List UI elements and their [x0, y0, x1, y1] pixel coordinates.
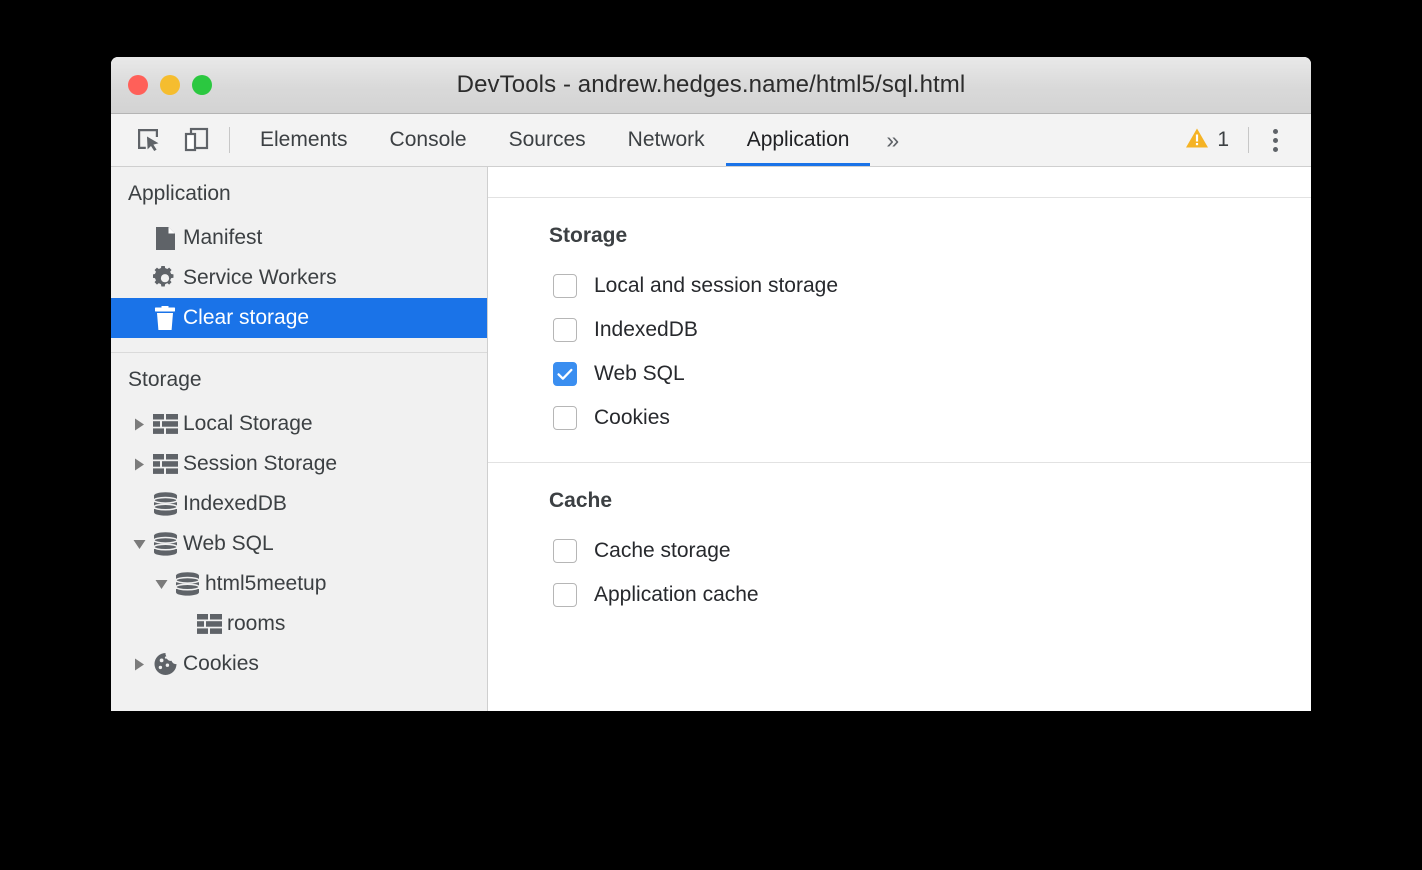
checkbox-row-indexeddb[interactable]: IndexedDB — [488, 308, 1311, 352]
toolbar-right: 1 — [1172, 114, 1311, 166]
table-icon — [194, 614, 224, 634]
panel-tabs: Elements Console Sources Network Applica… — [239, 114, 915, 166]
sidebar-item-web-sql-label: Web SQL — [183, 532, 274, 556]
sidebar-item-clear-storage[interactable]: Clear storage — [111, 298, 487, 338]
checkbox-cache-storage[interactable] — [553, 539, 577, 563]
sidebar-item-html5meetup[interactable]: html5meetup — [111, 564, 487, 604]
sidebar-item-session-storage[interactable]: Session Storage — [111, 444, 487, 484]
sidebar-item-local-storage[interactable]: Local Storage — [111, 404, 487, 444]
device-toolbar-icon[interactable] — [172, 114, 219, 166]
sidebar-item-indexeddb-label: IndexedDB — [183, 492, 287, 516]
toolbar-right-divider — [1248, 127, 1249, 153]
sidebar-item-cookies-label: Cookies — [183, 652, 259, 676]
warning-count: 1 — [1217, 128, 1229, 152]
checkbox-indexeddb-label: IndexedDB — [594, 318, 698, 342]
sidebar-item-service-workers[interactable]: Service Workers — [111, 258, 487, 298]
sidebar-item-manifest[interactable]: Manifest — [111, 218, 487, 258]
devtools-window: DevTools - andrew.hedges.name/html5/sql.… — [111, 57, 1311, 711]
tab-application[interactable]: Application — [726, 114, 871, 166]
sidebar-item-session-storage-label: Session Storage — [183, 452, 337, 476]
cache-section-title: Cache — [488, 489, 1311, 513]
tab-console[interactable]: Console — [369, 114, 488, 166]
table-icon — [150, 414, 180, 434]
devtools-toolbar: Elements Console Sources Network Applica… — [111, 114, 1311, 167]
checkbox-local-and-session-storage-label: Local and session storage — [594, 274, 838, 298]
checkbox-application-cache-label: Application cache — [594, 583, 759, 607]
sidebar-item-rooms[interactable]: rooms — [111, 604, 487, 644]
checkbox-row-cookies[interactable]: Cookies — [488, 396, 1311, 440]
storage-section-title: Storage — [488, 224, 1311, 248]
warning-triangle-icon — [1185, 127, 1209, 154]
close-window-button[interactable] — [128, 75, 148, 95]
checkbox-web-sql[interactable] — [553, 362, 577, 386]
sidebar-item-local-storage-label: Local Storage — [183, 412, 313, 436]
minimize-window-button[interactable] — [160, 75, 180, 95]
chevron-right-icon[interactable] — [128, 418, 150, 431]
tab-sources[interactable]: Sources — [488, 114, 607, 166]
checkbox-cache-storage-label: Cache storage — [594, 539, 731, 563]
database-icon — [150, 492, 180, 516]
sidebar-item-service-workers-label: Service Workers — [183, 266, 337, 290]
tab-elements-label: Elements — [260, 128, 348, 152]
sidebar-section-storage: Storage — [111, 352, 487, 698]
window-titlebar: DevTools - andrew.hedges.name/html5/sql.… — [111, 57, 1311, 114]
cookie-icon — [150, 652, 180, 676]
clear-storage-panel: Storage Local and session storage Indexe… — [488, 167, 1311, 711]
tab-sources-label: Sources — [509, 128, 586, 152]
more-tabs-icon[interactable]: » — [870, 114, 915, 166]
sidebar-item-indexeddb[interactable]: IndexedDB — [111, 484, 487, 524]
database-icon — [150, 532, 180, 556]
chevron-down-icon[interactable] — [128, 539, 150, 550]
sidebar-item-cookies[interactable]: Cookies — [111, 644, 487, 684]
checkbox-indexeddb[interactable] — [553, 318, 577, 342]
screen: DevTools - andrew.hedges.name/html5/sql.… — [0, 0, 1422, 870]
maximize-window-button[interactable] — [192, 75, 212, 95]
document-icon — [150, 226, 180, 251]
checkbox-row-web-sql[interactable]: Web SQL — [488, 352, 1311, 396]
sidebar-item-clear-storage-label: Clear storage — [183, 306, 309, 330]
trash-icon — [150, 306, 180, 331]
database-icon — [172, 572, 202, 596]
sidebar-heading-storage: Storage — [111, 353, 487, 404]
kebab-menu-icon[interactable] — [1255, 129, 1295, 152]
chevron-right-icon[interactable] — [128, 658, 150, 671]
tab-network[interactable]: Network — [607, 114, 726, 166]
chevron-right-icon[interactable] — [128, 458, 150, 471]
checkbox-cookies-label: Cookies — [594, 406, 670, 430]
checkbox-web-sql-label: Web SQL — [594, 362, 685, 386]
panel-header-strip — [488, 167, 1311, 198]
toolbar-divider — [229, 127, 230, 153]
checkbox-local-and-session-storage[interactable] — [553, 274, 577, 298]
chevron-down-icon[interactable] — [150, 579, 172, 590]
checkbox-row-application-cache[interactable]: Application cache — [488, 573, 1311, 617]
checkbox-row-local-and-session-storage[interactable]: Local and session storage — [488, 264, 1311, 308]
tab-console-label: Console — [390, 128, 467, 152]
checkbox-application-cache[interactable] — [553, 583, 577, 607]
sidebar-item-manifest-label: Manifest — [183, 226, 262, 250]
application-sidebar: Application Manifest — [111, 167, 488, 711]
table-icon — [150, 454, 180, 474]
checkbox-row-cache-storage[interactable]: Cache storage — [488, 529, 1311, 573]
inspect-cursor-icon[interactable] — [125, 114, 172, 166]
warning-indicator[interactable]: 1 — [1172, 127, 1242, 154]
checkbox-cookies[interactable] — [553, 406, 577, 430]
traffic-lights — [111, 75, 212, 95]
sidebar-heading-application: Application — [111, 167, 487, 218]
sidebar-item-web-sql[interactable]: Web SQL — [111, 524, 487, 564]
devtools-body: Application Manifest — [111, 167, 1311, 711]
checkmark-icon — [557, 368, 573, 381]
gear-icon — [150, 266, 180, 290]
window-title: DevTools - andrew.hedges.name/html5/sql.… — [111, 57, 1311, 113]
tab-elements[interactable]: Elements — [239, 114, 369, 166]
tab-application-label: Application — [747, 128, 850, 152]
sidebar-item-rooms-label: rooms — [227, 612, 285, 636]
sidebar-item-html5meetup-label: html5meetup — [205, 572, 326, 596]
cache-section: Cache Cache storage Application cache — [488, 462, 1311, 639]
sidebar-section-application: Application Manifest — [111, 167, 487, 352]
storage-section: Storage Local and session storage Indexe… — [488, 198, 1311, 462]
more-tabs-label: » — [886, 127, 899, 154]
tab-network-label: Network — [628, 128, 705, 152]
